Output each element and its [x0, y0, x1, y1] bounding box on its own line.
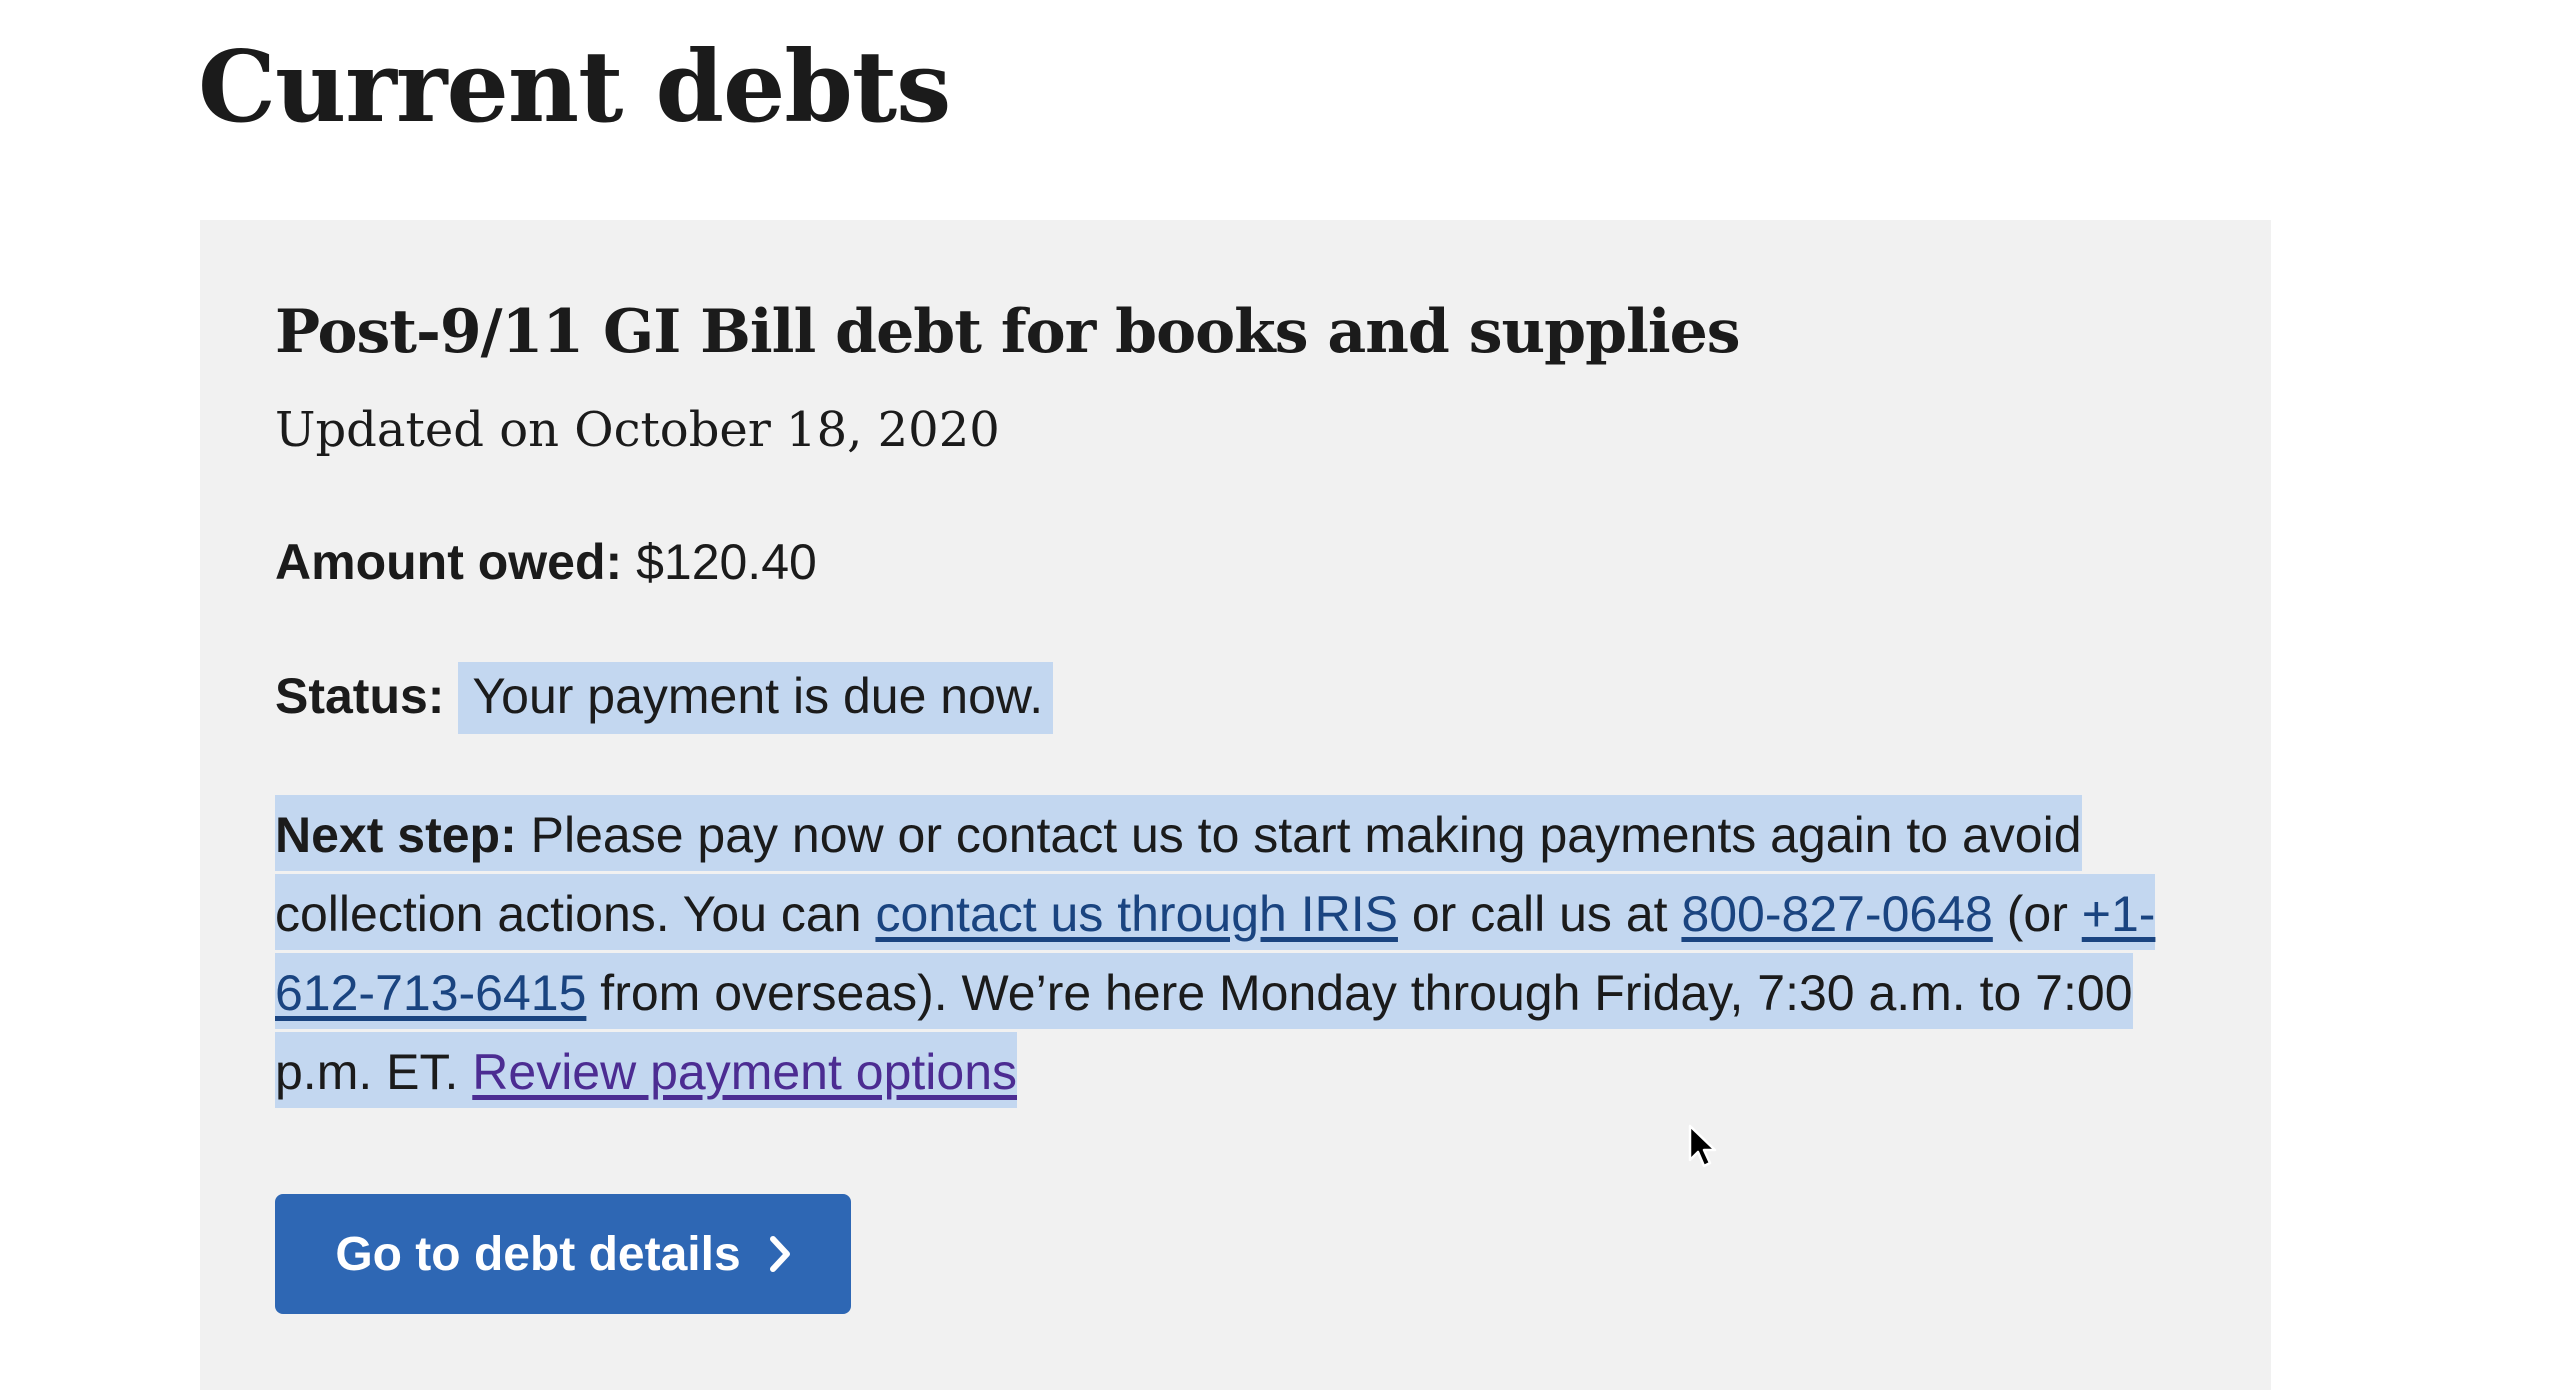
go-to-debt-details-button[interactable]: Go to debt details — [275, 1194, 851, 1314]
status-label: Status: — [275, 668, 445, 724]
amount-owed-label: Amount owed: — [275, 534, 623, 590]
review-payment-options-link[interactable]: Review payment options — [472, 1044, 1017, 1100]
go-to-debt-details-label: Go to debt details — [335, 1227, 741, 1281]
status: Status: Your payment is due now. — [275, 662, 1054, 734]
debt-title: Post-9/11 GI Bill debt for books and sup… — [275, 297, 1741, 367]
chevron-right-icon — [769, 1236, 790, 1272]
debt-card: Post-9/11 GI Bill debt for books and sup… — [200, 220, 2271, 1390]
amount-owed: Amount owed: $120.40 — [275, 530, 817, 594]
phone-link[interactable]: 800-827-0648 — [1681, 886, 1992, 942]
page-title: Current debts — [198, 30, 951, 145]
mouse-cursor-icon — [1688, 1124, 1717, 1168]
contact-iris-link[interactable]: contact us through IRIS — [875, 886, 1398, 942]
amount-owed-value: $120.40 — [636, 534, 817, 590]
next-step-text: (or — [2006, 886, 2068, 942]
next-step: Next step: Please pay now or contact us … — [275, 795, 2195, 1112]
status-value: Your payment is due now. — [458, 662, 1054, 734]
next-step-text: or call us at — [1411, 886, 1668, 942]
next-step-label: Next step: — [275, 807, 517, 863]
updated-date: Updated on October 18, 2020 — [275, 402, 1000, 458]
